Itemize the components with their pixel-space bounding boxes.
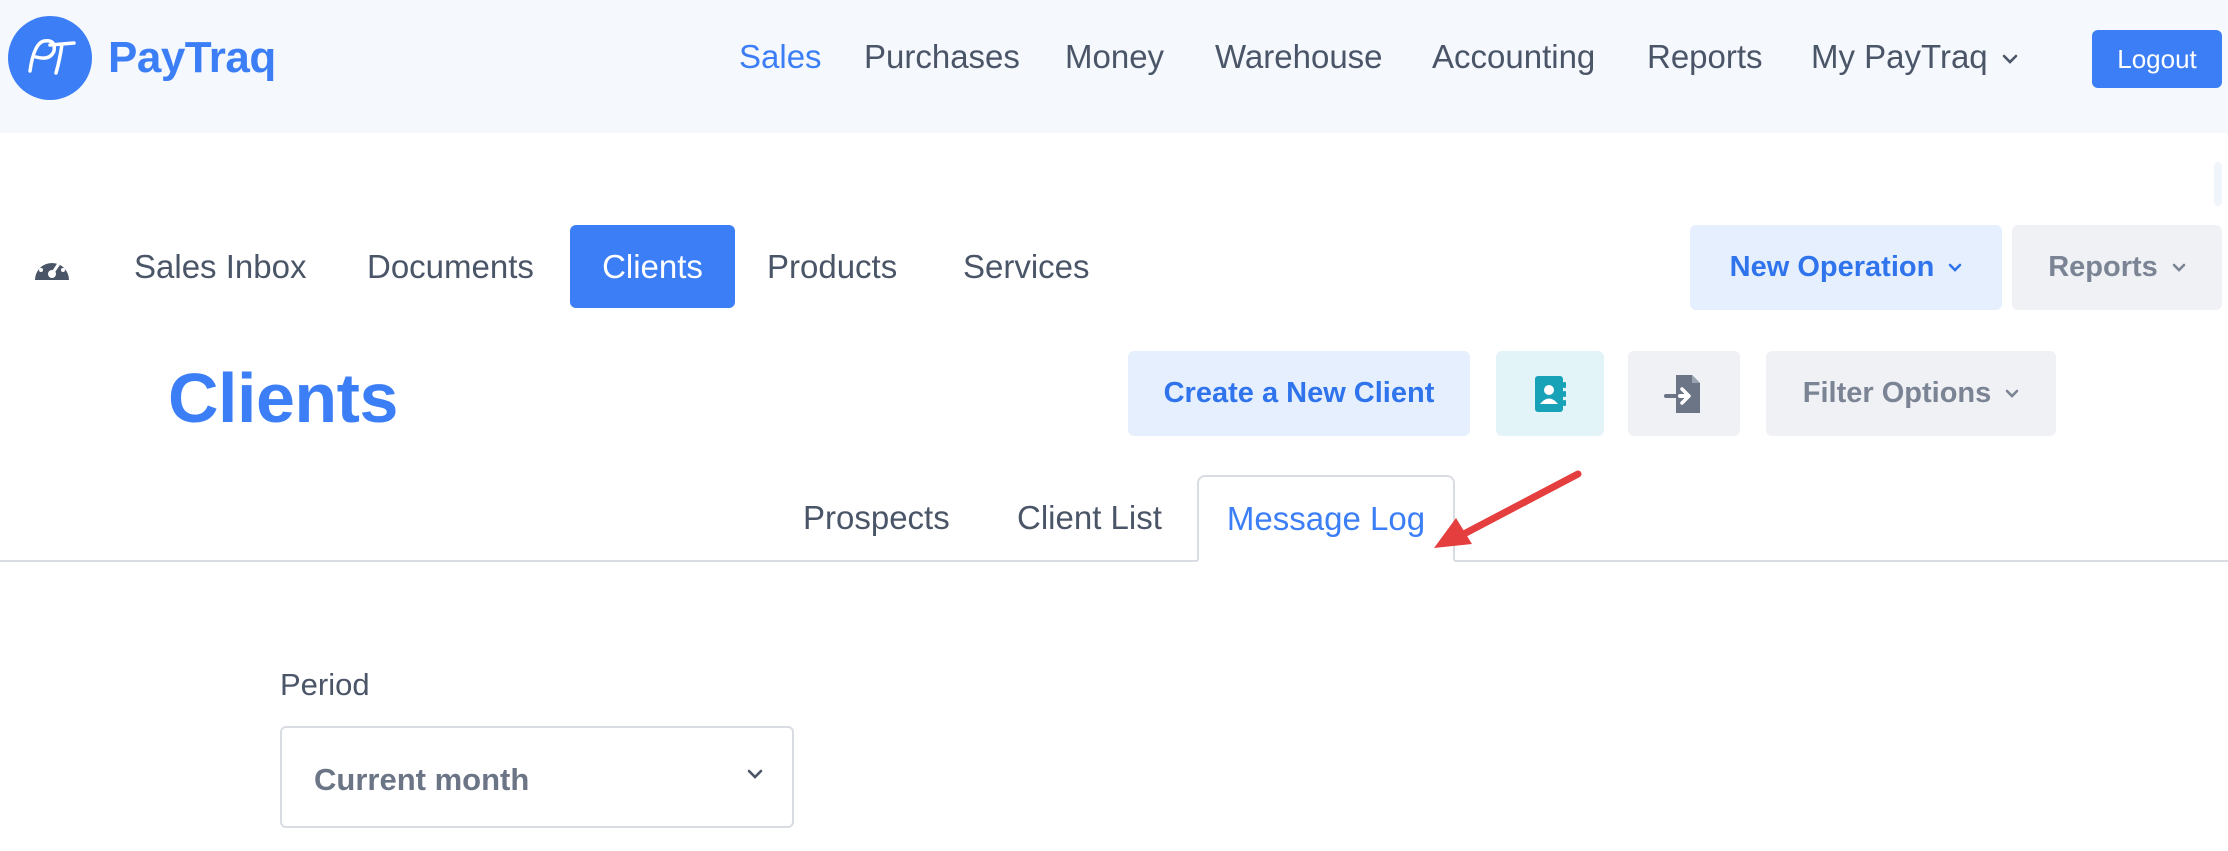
- contact-book-icon: [1535, 375, 1566, 412]
- period-select[interactable]: Current month: [280, 726, 794, 828]
- subnav-documents[interactable]: Documents: [367, 248, 534, 286]
- filter-options-button[interactable]: Filter Options: [1766, 351, 2056, 436]
- subnav-services[interactable]: Services: [963, 248, 1090, 286]
- create-new-client-button[interactable]: Create a New Client: [1128, 351, 1470, 436]
- logout-button[interactable]: Logout: [2092, 30, 2222, 88]
- reports-dropdown-button[interactable]: Reports: [2012, 225, 2222, 310]
- chevron-down-icon: [747, 769, 763, 779]
- chevron-down-icon: [1949, 263, 1962, 272]
- tab-prospects[interactable]: Prospects: [803, 499, 950, 537]
- subnav-clients[interactable]: Clients: [570, 225, 735, 308]
- chevron-down-icon: [2005, 389, 2019, 398]
- tab-client-list[interactable]: Client List: [1017, 499, 1162, 537]
- new-operation-button[interactable]: New Operation: [1690, 225, 2002, 310]
- filter-options-label: Filter Options: [1802, 377, 1992, 409]
- topnav-money[interactable]: Money: [1065, 38, 1164, 76]
- chevron-down-icon: [2002, 54, 2017, 65]
- topnav-warehouse[interactable]: Warehouse: [1215, 38, 1383, 76]
- topnav-my-paytraq[interactable]: My PayTraq: [1811, 38, 2018, 76]
- annotation-arrow-icon: [1434, 470, 1582, 548]
- new-operation-label: New Operation: [1729, 251, 1935, 283]
- topnav-reports[interactable]: Reports: [1647, 38, 1763, 76]
- subnav-sales-inbox[interactable]: Sales Inbox: [134, 248, 306, 286]
- topnav-purchases[interactable]: Purchases: [864, 38, 1020, 76]
- reports-label: Reports: [2048, 251, 2158, 283]
- subnav-products[interactable]: Products: [767, 248, 897, 286]
- brand-logo[interactable]: PayTraq: [8, 16, 276, 100]
- import-file-button[interactable]: [1628, 351, 1740, 436]
- page-title: Clients: [168, 359, 398, 437]
- file-import-icon: [1664, 374, 1700, 413]
- contact-book-button[interactable]: [1496, 351, 1604, 436]
- topnav-accounting[interactable]: Accounting: [1432, 38, 1595, 76]
- chevron-down-icon: [2172, 263, 2186, 272]
- tabs-divider: [0, 560, 2228, 562]
- period-selected-value: Current month: [314, 762, 530, 797]
- tab-message-log[interactable]: Message Log: [1197, 475, 1455, 562]
- brand-name: PayTraq: [108, 33, 276, 82]
- brand-monogram: [8, 16, 92, 100]
- period-label: Period: [280, 667, 370, 702]
- topnav-my-paytraq-label: My PayTraq: [1811, 38, 1988, 75]
- scrollbar-hint: [2214, 162, 2222, 206]
- speedometer-icon[interactable]: [32, 250, 72, 291]
- topnav-sales[interactable]: Sales: [739, 38, 822, 76]
